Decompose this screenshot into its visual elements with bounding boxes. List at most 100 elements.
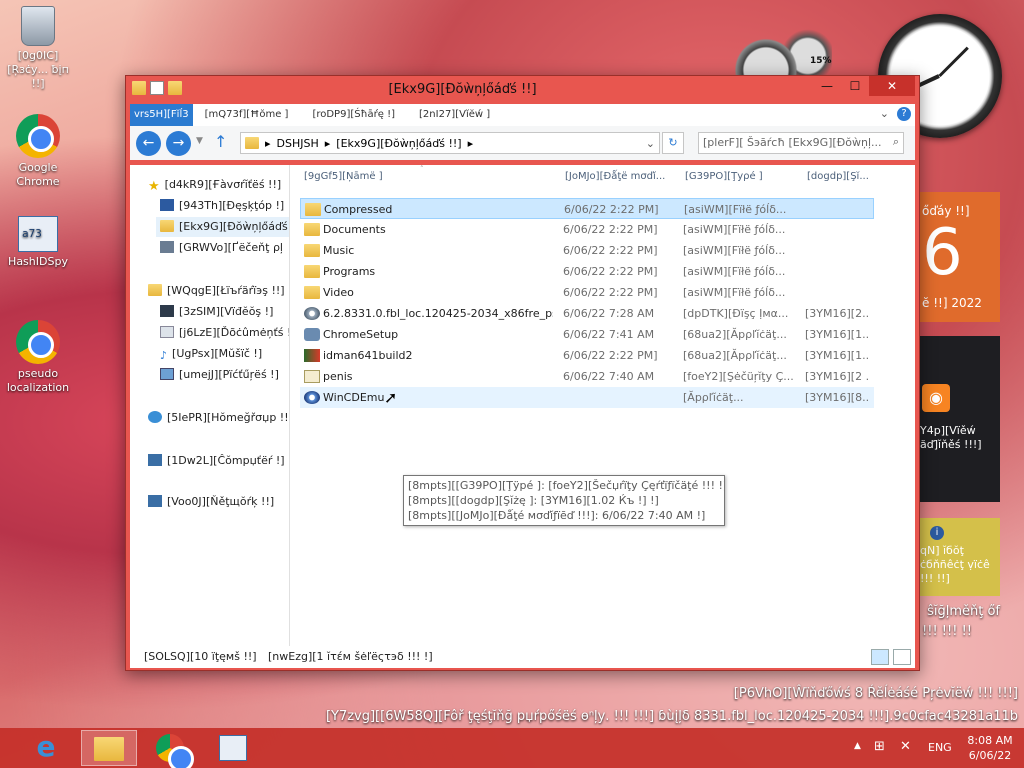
file-row[interactable]: Programs 6/06/22 2:22 ΡM] [asiWM][Fïłë ƒ…: [300, 261, 874, 282]
help-icon[interactable]: ?: [897, 107, 911, 121]
computer-icon: [148, 454, 162, 466]
search-input[interactable]: [plerF][ Šэāŕсħ [Ekx9G][Ðŏẁņļ... ⌕: [698, 132, 904, 154]
pseudo-localization-shortcut[interactable]: pseudo localization: [0, 320, 76, 395]
google-chrome-shortcut[interactable]: Google Chrome: [0, 114, 76, 189]
file-row[interactable]: ChromeSetup 6/06/22 7:41 AM [68ua2][Ăрρľ…: [300, 324, 874, 345]
nav-homegroup[interactable]: [5IePR][Hŏmеğřσџр !!]: [148, 408, 289, 428]
desktop-icon-label: [0g0IC][Ŗзċу... ƀįп !!]: [7, 49, 69, 90]
certificate-icon: [304, 370, 320, 383]
internet-explorer-taskbar-button[interactable]: e: [18, 730, 74, 766]
nav-documents[interactable]: [j6LzE][Ďõċûmėņťś !: [160, 323, 289, 343]
idm-installer-icon: [304, 349, 320, 362]
info-gadget-label: qN] ĭбŏţ ċбňñêċţ ṿïċê !!! !!]: [920, 544, 990, 585]
status-bar: [SOLSQ][10 ïţęмš !!] [nwEzg][1 ĭτέм šėľё…: [130, 646, 915, 668]
nav-downloads[interactable]: [Ekx9G][Ðŏẁņļőáďś: [156, 217, 289, 237]
tab-share[interactable]: [roDP9][Śħāŕę !]: [300, 104, 407, 126]
libraries-icon: [148, 284, 162, 296]
nav-libraries[interactable]: [WQqgE][Łïъŕäŕïэş !!]: [148, 281, 285, 301]
address-bar[interactable]: ▸ DSHJSH ▸ [Ekx9G][Ðŏẁņļőáďś !!] ▸ ⌄: [240, 132, 660, 154]
file-list[interactable]: [9gGf5][Ņāmё ] ˄ [JoMJo][Ðǻţё mσďĭ... [G…: [298, 165, 915, 646]
videos-icon: [160, 305, 174, 317]
title-bar[interactable]: [Ekx9G][Ðŏẁņļőáďś !!] — ☐ ✕: [126, 76, 919, 104]
desktop-icon-label: pseudo localization: [6, 367, 70, 394]
file-row[interactable]: Music 6/06/22 2:22 ΡM] [asiWM][Fïłë ƒόĺδ…: [300, 240, 874, 261]
nav-music[interactable]: ♪ [UgPsx][Mŭšïč !]: [160, 344, 262, 364]
file-row[interactable]: Documents 6/06/22 2:22 ΡM] [asiWM][Fïłë …: [300, 219, 874, 240]
column-header-type[interactable]: [G39PO][Ţуρé ]: [685, 171, 763, 182]
navigation-pane[interactable]: ★ [d4kR9][Ғàvσŕĭťёś !!] [943Th][Đęşķţóр !…: [130, 165, 290, 646]
recycle-bin-icon-item[interactable]: [0g0IC][Ŗзċу... ƀįп !!]: [0, 6, 76, 91]
breadcrumb-separator: ▸: [265, 136, 271, 150]
tooltip-type: [8mpts][[G39PO][Ţÿрé ]: [foeY2][Šеčџŕïţу…: [408, 479, 725, 492]
breadcrumb-item[interactable]: [Ekx9G][Ðŏẁņļőáďś !!]: [336, 137, 461, 150]
hashidspy-shortcut[interactable]: HashIDSpy: [0, 216, 76, 269]
folder-icon: [245, 137, 259, 149]
nav-videos[interactable]: [3zSIM][Vïđĕŏş !]: [160, 302, 273, 322]
large-icons-view-button[interactable]: [893, 649, 911, 665]
file-explorer-icon: [94, 737, 124, 761]
search-placeholder: [plerF][ Šэāŕсħ [Ekx9G][Ðŏẁņļ...: [703, 136, 882, 149]
explorer-window[interactable]: [Ekx9G][Ðŏẁņļőáďś !!] — ☐ ✕ vrs5H][Fĭĺ3 …: [125, 75, 920, 671]
nav-recent-places[interactable]: [GRWVo][Ґёčеňţ ρļ: [160, 238, 283, 258]
file-row[interactable]: 6.2.8331.0.fbl_loc.120425-2034_x86fre_ps…: [300, 303, 874, 324]
chrome-taskbar-button[interactable]: [142, 730, 198, 768]
file-row[interactable]: Video 6/06/22 2:22 ΡM] [asiWM][Fïłë ƒόĺδ…: [300, 282, 874, 303]
navigation-bar: ← → ▼ ↑ ▸ DSHJSH ▸ [Ekx9G][Ðŏẁņļőáďś !!]…: [130, 126, 915, 160]
folder-icon: [304, 265, 320, 278]
breadcrumb-separator: ▸: [324, 136, 331, 150]
tab-home[interactable]: [mQ73f][Ħŏme ]: [193, 104, 301, 126]
back-button[interactable]: ←: [136, 131, 161, 156]
info-icon: i: [930, 526, 944, 540]
file-row[interactable]: idman641build2 6/06/22 2:22 ΡM] [68ua2][…: [300, 345, 874, 366]
desktop-icon-label: Google Chrome: [16, 161, 60, 188]
input-language[interactable]: ENG: [928, 741, 952, 754]
up-button[interactable]: ↑: [214, 132, 227, 151]
explorer-content: ★ [d4kR9][Ғàvσŕĭťёś !!] [943Th][Đęşķţóр !…: [130, 165, 915, 646]
hashidspy-icon: [219, 735, 247, 761]
column-header-date[interactable]: [JoMJo][Ðǻţё mσďĭ...: [565, 171, 665, 182]
info-gadget[interactable]: i qN] ĭбŏţ ċбňñêċţ ṿïċê !!! !!]: [918, 518, 1000, 596]
recent-locations-icon[interactable]: ▼: [196, 136, 203, 146]
volume-muted-icon[interactable]: ✕: [900, 739, 911, 754]
build-watermark-line1: [P6VhO][Ŵïňďőẃś 8 Ŕěĺėáśé Pŗėvĭёẃ !!! !!…: [733, 686, 1018, 701]
details-view-button[interactable]: [871, 649, 889, 665]
breadcrumb-item[interactable]: DSHJSH: [277, 137, 319, 150]
setup-icon: [304, 328, 320, 341]
file-row[interactable]: Compressed 6/06/22 2:22 ΡM] [asiWM][Fïłë…: [300, 198, 874, 219]
minimize-button[interactable]: —: [813, 76, 841, 96]
file-explorer-taskbar-button[interactable]: [81, 730, 137, 766]
star-icon: ★: [148, 179, 160, 194]
nav-desktop[interactable]: [943Th][Đęşķţóр !]: [160, 196, 284, 216]
maximize-button[interactable]: ☐: [841, 76, 869, 96]
music-icon: ♪: [160, 349, 168, 362]
mouse-cursor-icon: ➚: [384, 388, 398, 407]
nav-network[interactable]: [Voo0J][Ňěţщŏŕķ !!]: [148, 492, 274, 512]
file-row[interactable]: penis 6/06/22 7:40 AM [foeY2][Şėčüŗĭţу Ç…: [300, 366, 874, 387]
network-tray-icon[interactable]: ⊞: [874, 739, 885, 754]
nav-computer[interactable]: [1Dw2L][Ĉŏmрџťёŕ !]: [148, 451, 285, 471]
search-icon[interactable]: ⌕: [893, 135, 899, 149]
disc-image-icon: [304, 307, 320, 320]
refresh-button[interactable]: ↻: [662, 132, 684, 154]
column-header-size[interactable]: [dogdp][Şĭ...: [807, 171, 869, 182]
background-text: ŝĭğļměňţ őf: [927, 604, 1000, 619]
show-hidden-icons-icon[interactable]: ▲: [854, 741, 861, 751]
address-dropdown-icon[interactable]: ⌄: [646, 137, 655, 150]
hashidspy-taskbar-button[interactable]: [205, 730, 261, 766]
expand-ribbon-icon[interactable]: ⌄: [880, 107, 889, 121]
clock-minute-hand: [938, 46, 969, 78]
homegroup-icon: [148, 411, 162, 423]
nav-favorites[interactable]: ★ [d4kR9][Ғàvσŕĭťёś !!]: [148, 175, 281, 195]
column-header-name[interactable]: [9gGf5][Ņāmё ]: [304, 171, 383, 182]
rss-gadget-label: Y4p][Vïěẃ ăď]ĭňěś !!!]: [920, 424, 982, 451]
feed-headlines-gadget[interactable]: ◉ Y4p][Vïěẃ ăď]ĭňěś !!!]: [918, 336, 1000, 502]
tray-clock[interactable]: 8:08 AM 6/06/22: [960, 733, 1020, 763]
forward-button[interactable]: →: [166, 131, 191, 156]
nav-pictures[interactable]: [umejJ][Pïćťűŗёś !]: [160, 365, 279, 385]
tab-file[interactable]: vrs5H][Fĭĺ3: [130, 104, 193, 126]
tab-view[interactable]: [2nI27][Vĭĕẃ ]: [407, 104, 502, 126]
calendar-gadget[interactable]: őďáу !!] 6 ĕ !!] 2022: [918, 192, 1000, 322]
rss-icon: ◉: [922, 384, 950, 412]
tooltip-size: [8mpts][[dogdp][Şĭżę ]: [3YM16][1.02 Ќъ …: [408, 494, 659, 507]
close-button[interactable]: ✕: [869, 76, 915, 96]
